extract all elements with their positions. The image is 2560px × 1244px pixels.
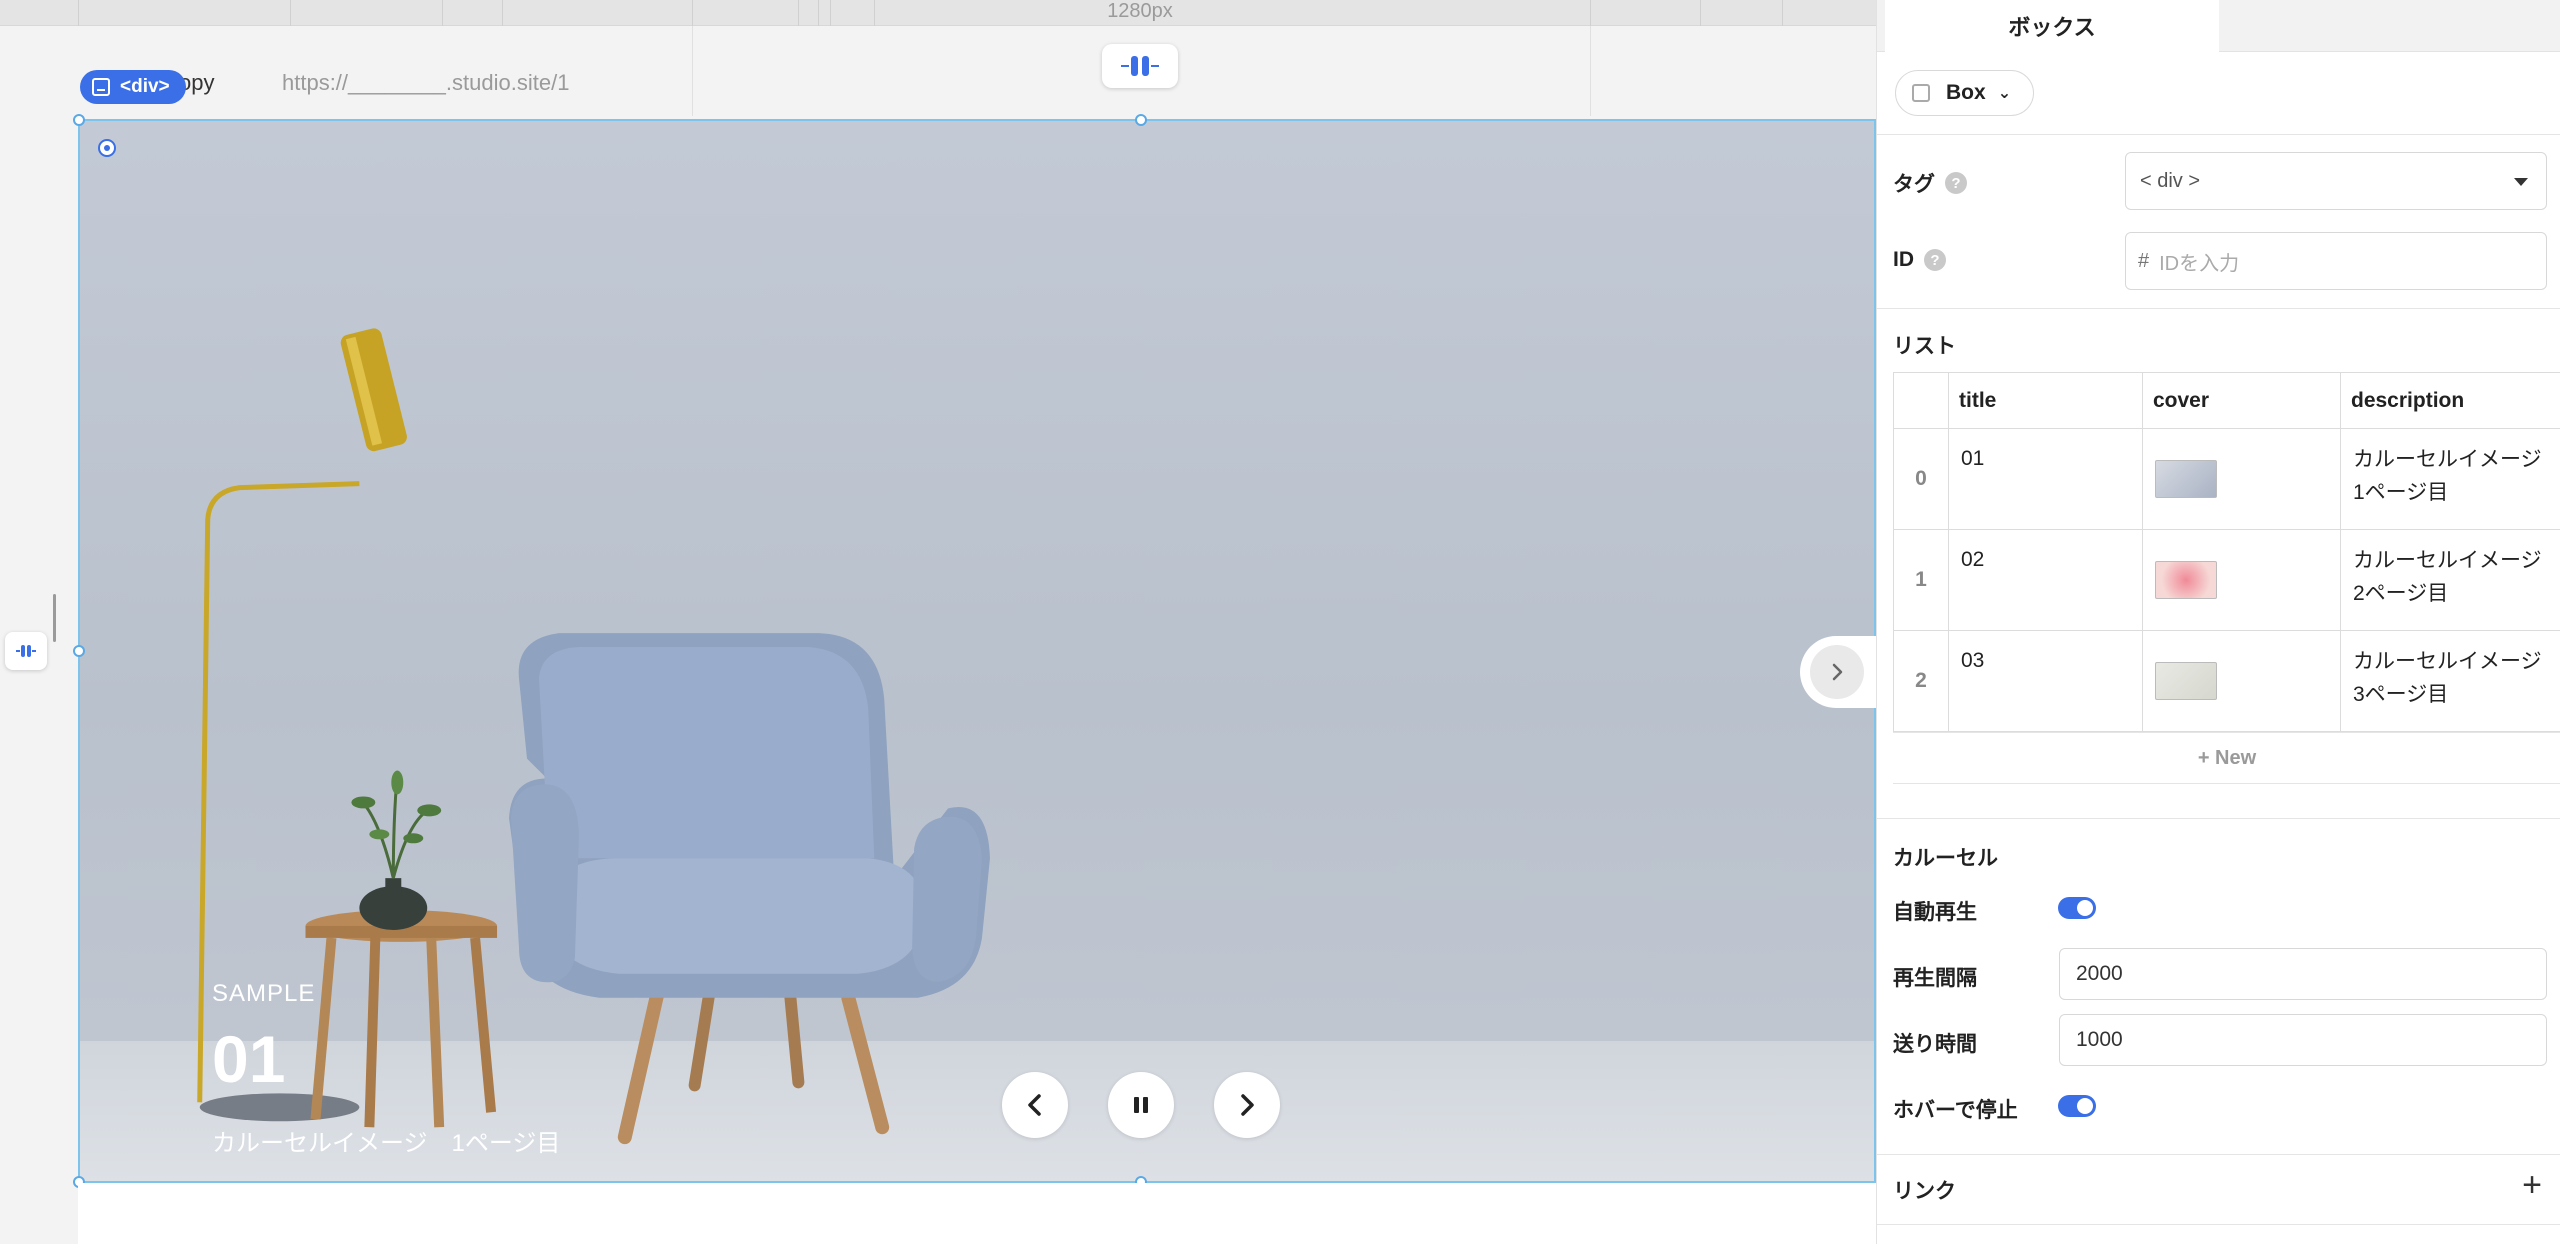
column-header-cover[interactable]: cover bbox=[2142, 372, 2341, 429]
cell-cover[interactable] bbox=[2142, 630, 2341, 732]
selected-element-tag: <div> bbox=[120, 76, 170, 97]
origin-marker[interactable] bbox=[98, 139, 116, 157]
pause-on-hover-toggle[interactable] bbox=[2058, 1095, 2096, 1117]
carousel-section-title: カルーセル bbox=[1893, 847, 1998, 870]
box-icon bbox=[1912, 84, 1930, 102]
room-illustration bbox=[197, 328, 990, 1145]
row-index: 1 bbox=[1893, 529, 1949, 631]
divider bbox=[1877, 308, 2560, 309]
page-url[interactable]: https://________.studio.site/1 bbox=[282, 70, 569, 96]
add-link-icon[interactable]: + bbox=[2522, 1166, 2542, 1205]
tag-select-value: < div > bbox=[2140, 169, 2201, 192]
transition-input[interactable]: 1000 bbox=[2059, 1014, 2547, 1066]
cell-cover[interactable] bbox=[2142, 529, 2341, 631]
panel-tabs: ボックス bbox=[1877, 0, 2560, 52]
hash-prefix: # bbox=[2138, 249, 2150, 272]
column-header-title[interactable]: title bbox=[1948, 372, 2143, 429]
element-type-dropdown[interactable]: Box ⌄ bbox=[1895, 70, 2035, 116]
list-section-title: リスト bbox=[1893, 335, 1956, 358]
box-icon bbox=[92, 78, 110, 96]
cell-title[interactable]: 02 bbox=[1948, 529, 2143, 631]
cell-description[interactable]: カルーセルイメージ 1ページ目 bbox=[2340, 428, 2560, 530]
interval-label: 再生間隔 bbox=[1893, 967, 1977, 990]
tag-select[interactable]: < div > bbox=[2125, 152, 2547, 210]
id-placeholder: IDを入力 bbox=[2159, 252, 2240, 275]
selection-handle-top-left[interactable] bbox=[73, 114, 85, 126]
id-label: ID? bbox=[1893, 248, 1946, 272]
guide-line bbox=[1590, 26, 1591, 116]
guide-line bbox=[692, 26, 693, 116]
cell-description[interactable]: カルーセルイメージ 3ページ目 bbox=[2340, 630, 2560, 732]
divider bbox=[1877, 134, 2560, 135]
carousel-prev-button[interactable] bbox=[1002, 1072, 1068, 1138]
caret-down-icon bbox=[2514, 178, 2528, 186]
divider bbox=[1877, 1224, 2560, 1225]
cover-thumbnail[interactable] bbox=[2155, 460, 2217, 498]
id-input[interactable]: # IDを入力 bbox=[2125, 232, 2547, 290]
properties-panel: ボックス Box ⌄ タグ? < div > ID? # IDを入力 リスト t… bbox=[1876, 0, 2560, 1244]
chevron-right-icon bbox=[1241, 1094, 1254, 1116]
row-index: 0 bbox=[1893, 428, 1949, 530]
help-icon[interactable]: ? bbox=[1945, 172, 1967, 194]
cell-title[interactable]: 03 bbox=[1948, 630, 2143, 732]
cell-cover[interactable] bbox=[2142, 428, 2341, 530]
canvas-width-label: 1280px bbox=[1107, 0, 1173, 22]
add-row-button[interactable]: + New bbox=[1893, 732, 2560, 784]
selection-handle-top-center[interactable] bbox=[1135, 114, 1147, 126]
panel-collapse-tab[interactable] bbox=[1800, 636, 1876, 708]
next-section bbox=[78, 1183, 1876, 1244]
tag-label: タグ? bbox=[1893, 168, 1967, 198]
cover-thumbnail[interactable] bbox=[2155, 662, 2217, 700]
table-row[interactable]: 2 03 カルーセルイメージ 3ページ目 bbox=[1893, 630, 2560, 732]
pause-icon bbox=[1134, 1097, 1148, 1113]
pause-on-hover-label: ホバーで停止 bbox=[1893, 1099, 2018, 1122]
index-header bbox=[1893, 372, 1949, 429]
carousel-pause-button[interactable] bbox=[1108, 1072, 1174, 1138]
chevron-right-icon bbox=[1832, 663, 1843, 681]
link-label: リンク bbox=[1893, 1180, 1956, 1203]
tab-box[interactable]: ボックス bbox=[1885, 0, 2219, 52]
carousel-hero[interactable]: SAMPLE 01 カルーセルイメージ 1ページ目 bbox=[78, 119, 1876, 1183]
table-row[interactable]: 0 01 カルーセルイメージ 1ページ目 bbox=[1893, 428, 2560, 530]
hero-kicker: SAMPLE bbox=[212, 980, 316, 1007]
cover-thumbnail[interactable] bbox=[2155, 561, 2217, 599]
breakpoint-handle-button[interactable] bbox=[1102, 44, 1178, 88]
divider bbox=[1877, 1154, 2560, 1155]
element-type-label: Box bbox=[1946, 81, 1986, 104]
interval-input[interactable]: 2000 bbox=[2059, 948, 2547, 1000]
hero-title: 01 bbox=[212, 1022, 286, 1096]
chevron-down-icon: ⌄ bbox=[1997, 85, 2012, 102]
side-resize-handle[interactable] bbox=[5, 632, 47, 670]
cell-description[interactable]: カルーセルイメージ 2ページ目 bbox=[2340, 529, 2560, 631]
selection-handle-left-center[interactable] bbox=[73, 645, 85, 657]
cell-title[interactable]: 01 bbox=[1948, 428, 2143, 530]
divider bbox=[1877, 818, 2560, 819]
resize-handle-icon bbox=[16, 645, 36, 657]
autoplay-label: 自動再生 bbox=[1893, 901, 1977, 924]
chevron-left-icon bbox=[1028, 1094, 1041, 1116]
resize-indicator bbox=[53, 594, 56, 642]
hero-description: カルーセルイメージ 1ページ目 bbox=[212, 1130, 561, 1157]
carousel-next-button[interactable] bbox=[1214, 1072, 1280, 1138]
selected-element-badge[interactable]: <div> bbox=[80, 70, 186, 104]
horizontal-ruler: 1280px bbox=[0, 0, 1876, 26]
autoplay-toggle[interactable] bbox=[2058, 897, 2096, 919]
table-row[interactable]: 1 02 カルーセルイメージ 2ページ目 bbox=[1893, 529, 2560, 631]
row-index: 2 bbox=[1893, 630, 1949, 732]
help-icon[interactable]: ? bbox=[1924, 249, 1946, 271]
column-header-description[interactable]: description bbox=[2340, 372, 2560, 429]
list-table: title cover description 0 01 カルーセルイメージ 1… bbox=[1893, 372, 2560, 732]
transition-label: 送り時間 bbox=[1893, 1033, 1977, 1056]
